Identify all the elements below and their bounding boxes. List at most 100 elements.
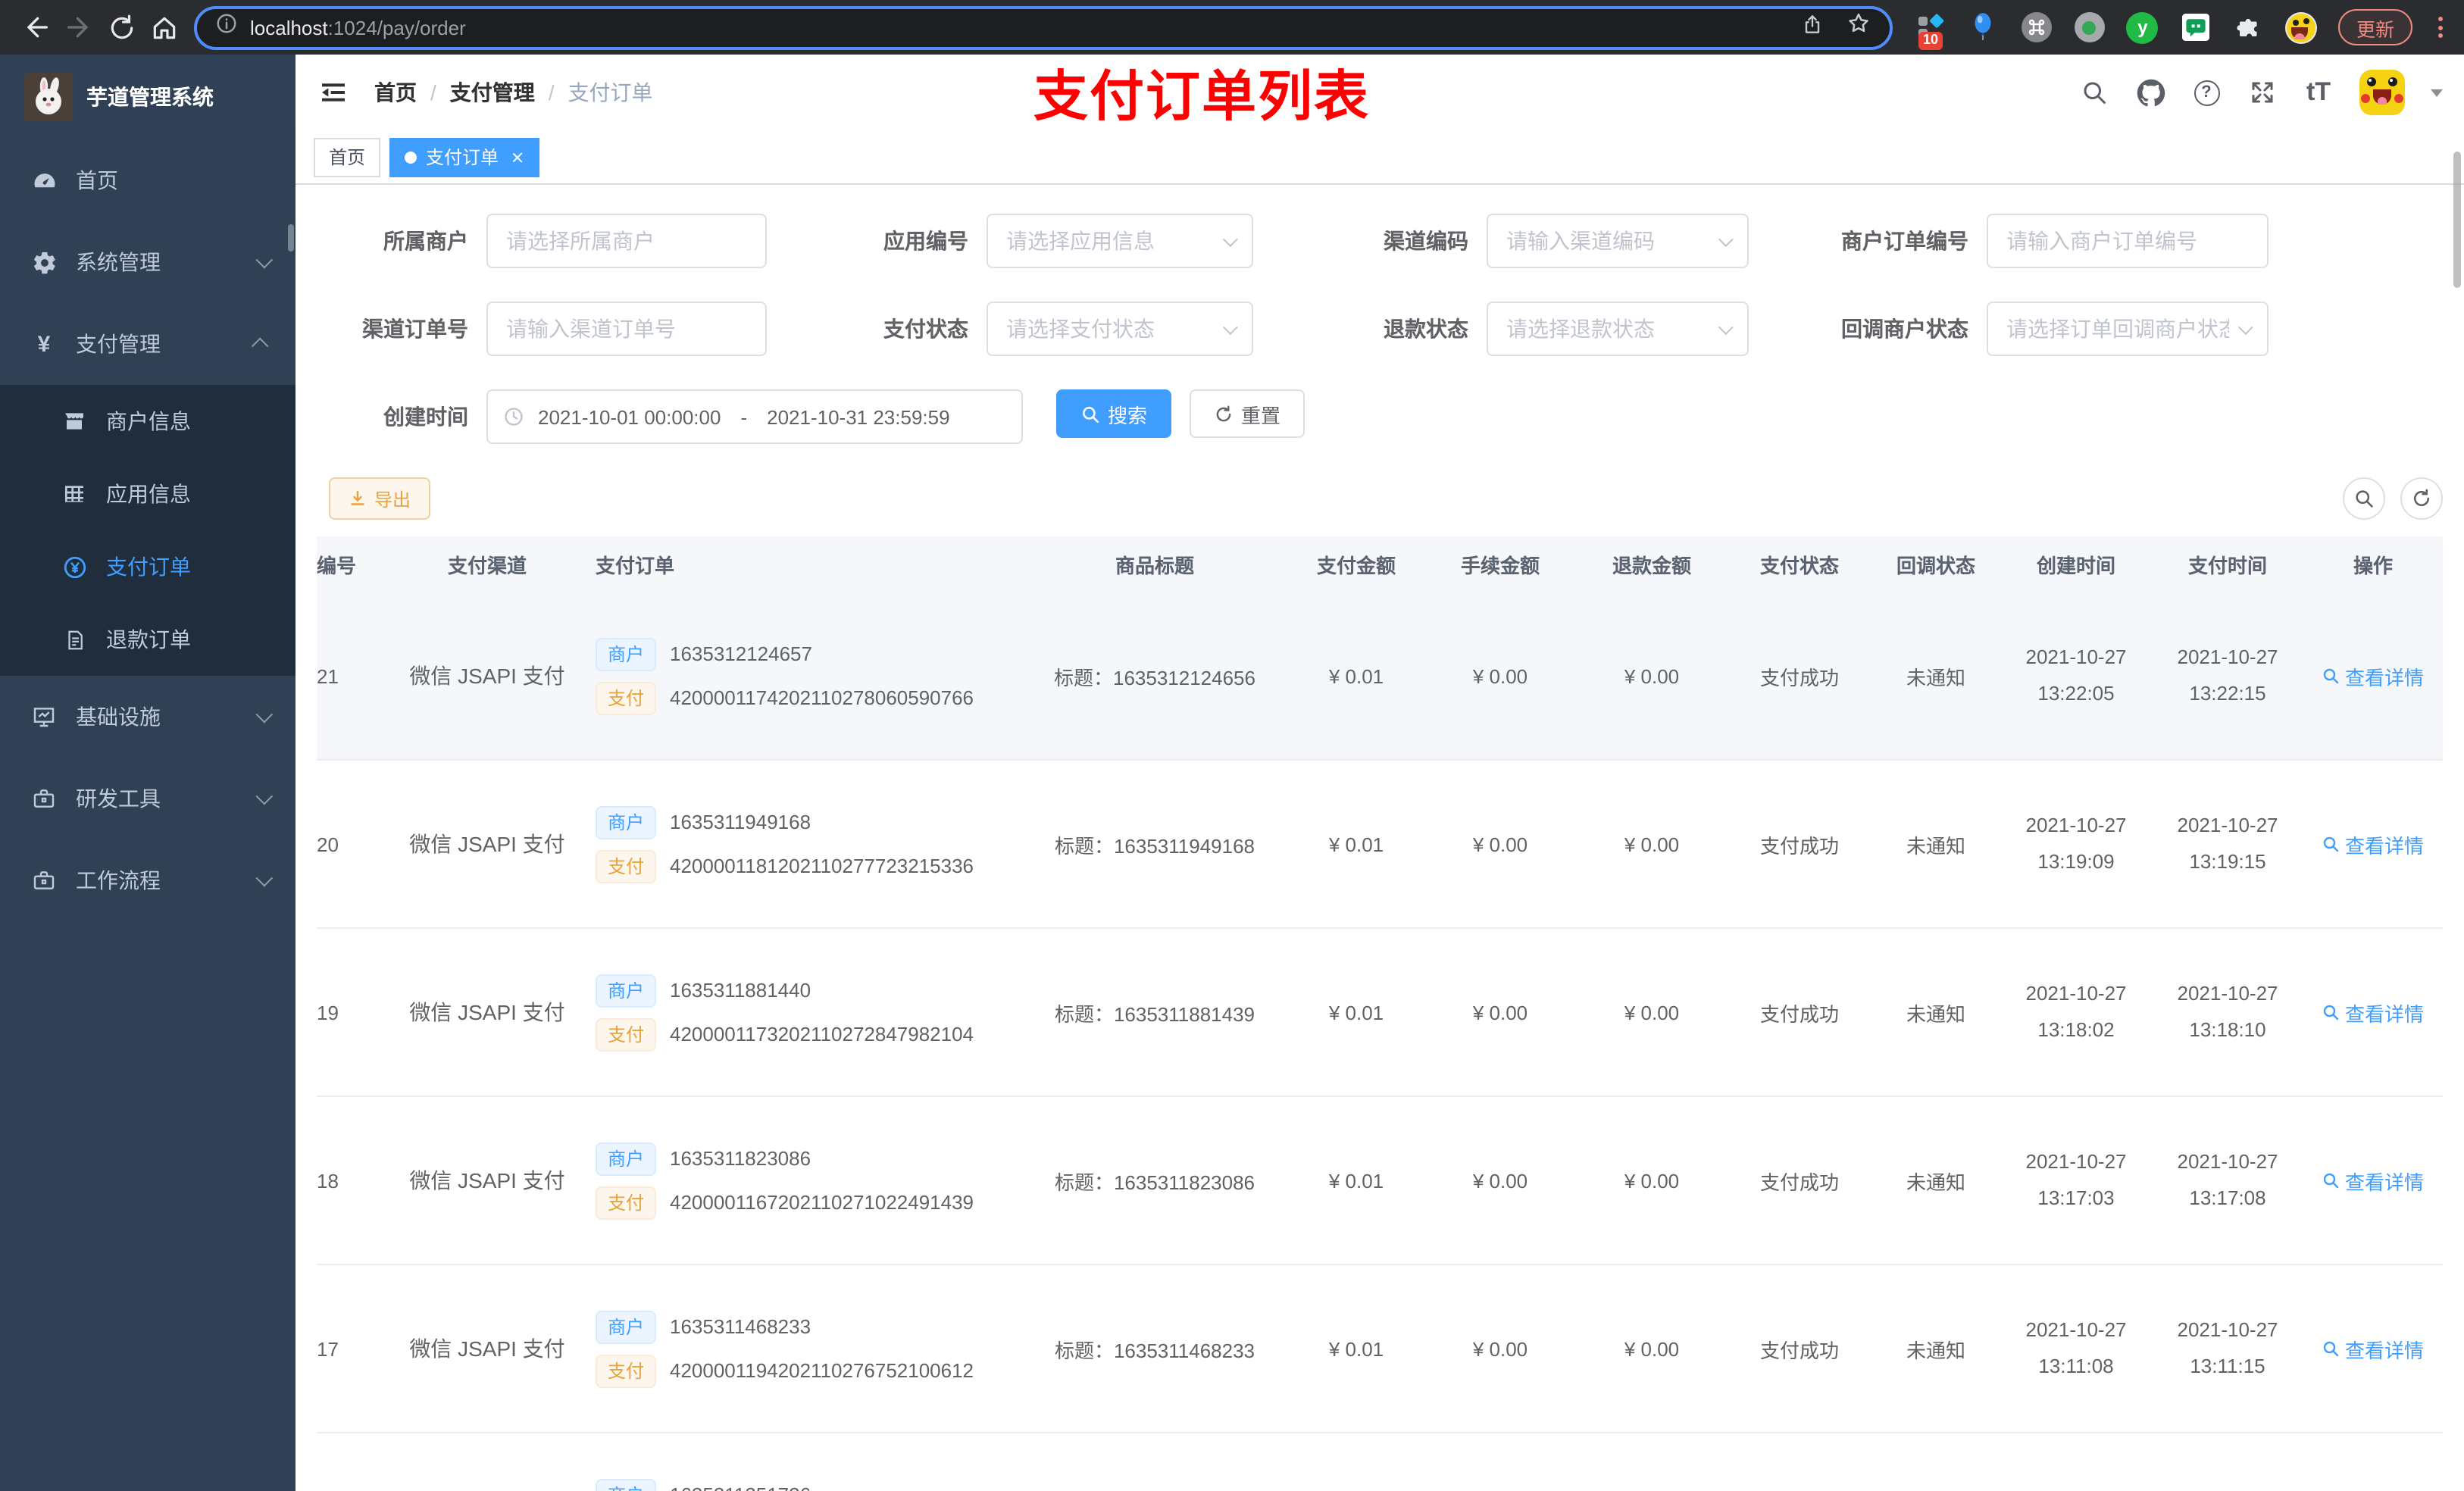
table-row[interactable]: 20 微信 JSAPI 支付 商户 1635311949168 支付 4200001…	[317, 761, 2443, 929]
refresh-table-button[interactable]	[2400, 477, 2443, 520]
download-icon	[351, 490, 364, 505]
user-avatar[interactable]	[2359, 70, 2405, 115]
sidebar-item-label: 工作流程	[76, 868, 161, 892]
pay-status-label: 支付状态	[883, 317, 968, 341]
search-icon	[2324, 836, 2340, 852]
extensions-area: 10 y 更新	[1914, 9, 2449, 50]
chrome-update-button[interactable]: 更新	[2337, 9, 2412, 45]
chevron-down-icon	[255, 705, 274, 724]
address-bar[interactable]: localhost:1024/pay/order	[194, 5, 1893, 49]
ext-tabs-icon[interactable]: 10	[1914, 11, 1947, 50]
app-logo[interactable]: 芋道管理系统	[0, 55, 295, 139]
update-label: 更新	[2356, 19, 2394, 40]
extensions-puzzle-icon[interactable]	[2232, 11, 2265, 44]
merchant-tag: 商户	[596, 1142, 656, 1175]
merchant-order-no-label: 商户订单编号	[1841, 229, 1968, 253]
back-icon[interactable]	[15, 6, 58, 48]
avatar-caret-icon[interactable]	[2431, 89, 2443, 96]
sidebar-item-system[interactable]: 系统管理	[0, 221, 295, 303]
chevron-down-icon	[255, 787, 274, 805]
view-details-link[interactable]: 查看详情	[2322, 1334, 2424, 1363]
yen-circle-icon	[61, 554, 88, 580]
search-icon	[2324, 1341, 2340, 1357]
reset-button[interactable]: 重置	[1190, 389, 1305, 438]
sidebar-item-infra[interactable]: 基础设施	[0, 676, 295, 758]
sidebar-item-label: 首页	[76, 168, 118, 192]
table-row[interactable]: 商户1635311251726 支付	[317, 1433, 2443, 1491]
sidebar-item-refund-order[interactable]: 退款订单	[0, 603, 295, 676]
table-header: 编号 支付渠道 支付订单 商品标题 支付金额 手续金额 退款金额 支付状态 回调…	[317, 536, 2443, 592]
browser-menu-icon[interactable]	[2432, 17, 2449, 38]
ext-chat-icon[interactable]	[2179, 11, 2212, 44]
pay-status-select[interactable]: 请选择支付状态	[987, 302, 1253, 356]
export-button[interactable]: 导出	[329, 477, 431, 520]
home-icon[interactable]	[142, 6, 185, 48]
tab-home[interactable]: 首页	[314, 137, 381, 177]
show-search-toggle-button[interactable]	[2343, 477, 2385, 520]
refresh-icon	[2414, 489, 2430, 507]
sidebar-item-label: 研发工具	[76, 786, 161, 811]
breadcrumb-pay[interactable]: 支付管理	[450, 77, 535, 108]
table-row[interactable]: 21 微信 JSAPI 支付 商户 1635312124657 支付 4200001…	[317, 592, 2443, 761]
close-icon[interactable]	[509, 149, 524, 164]
app-label: 应用编号	[883, 229, 968, 253]
channel-order-no-label: 渠道订单号	[362, 317, 468, 341]
sidebar-item-devtools[interactable]: 研发工具	[0, 758, 295, 839]
view-details-link[interactable]: 查看详情	[2322, 830, 2424, 858]
page-scrollbar[interactable]	[2453, 152, 2461, 288]
sidebar-item-pay-order[interactable]: 支付订单	[0, 530, 295, 603]
sidebar-item-workflow[interactable]: 工作流程	[0, 839, 295, 921]
site-info-icon[interactable]	[215, 12, 238, 42]
tab-pay-order[interactable]: 支付订单	[389, 137, 540, 177]
ext-y-icon[interactable]: y	[2126, 11, 2159, 44]
active-dot	[405, 151, 417, 163]
search-icon	[2356, 490, 2373, 508]
breadcrumb-home[interactable]: 首页	[374, 77, 417, 108]
chevron-down-icon	[1222, 231, 1238, 247]
bookmark-star-icon[interactable]	[1846, 11, 1871, 44]
briefcase-icon	[30, 868, 58, 892]
reload-icon[interactable]	[100, 6, 142, 48]
merchant-order-no-input[interactable]	[1987, 214, 2269, 268]
sidebar-item-home[interactable]: 首页	[0, 139, 295, 221]
search-icon[interactable]	[2079, 77, 2109, 108]
browser-toolbar: localhost:1024/pay/order 10 y 更新	[0, 0, 2464, 55]
fullscreen-icon[interactable]	[2247, 77, 2278, 108]
merchant-input[interactable]	[486, 214, 767, 268]
ext-record-icon[interactable]	[2073, 11, 2106, 44]
table-row[interactable]: 19 微信 JSAPI 支付 商户 1635311881440 支付 4200001…	[317, 929, 2443, 1097]
ext-command-icon[interactable]	[2020, 11, 2053, 44]
ext-balloon-icon[interactable]	[1967, 11, 2000, 44]
page-title: 支付订单列表	[1033, 65, 1371, 127]
collapse-sidebar-icon[interactable]	[314, 73, 353, 112]
table-row[interactable]: 18 微信 JSAPI 支付 商户 1635311823086 支付 4200001…	[317, 1097, 2443, 1265]
sidebar-item-app-info[interactable]: 应用信息	[0, 458, 295, 530]
view-details-link[interactable]: 查看详情	[2322, 661, 2424, 690]
pay-tag: 支付	[596, 849, 656, 883]
github-icon[interactable]	[2135, 77, 2165, 108]
callback-status-select[interactable]: 请选择订单回调商户状态	[1987, 302, 2269, 356]
create-time-range-input[interactable]: 2021-10-01 00:00:00 - 2021-10-31 23:59:5…	[486, 389, 1023, 444]
view-details-link[interactable]: 查看详情	[2322, 998, 2424, 1027]
pay-submenu: 商户信息 应用信息 支付订单 退款订单	[0, 385, 295, 676]
view-details-link[interactable]: 查看详情	[2322, 1166, 2424, 1195]
search-icon	[2324, 1173, 2340, 1189]
channel-code-select[interactable]: 请输入渠道编码	[1487, 214, 1749, 268]
font-size-icon[interactable]: tT	[2303, 77, 2334, 108]
breadcrumb-separator: /	[430, 80, 436, 105]
sidebar-item-pay[interactable]: ¥ 支付管理	[0, 303, 295, 385]
help-icon[interactable]: ?	[2191, 77, 2222, 108]
merchant-label: 所属商户	[383, 229, 468, 253]
table-row[interactable]: 17 微信 JSAPI 支付 商户 1635311468233 支付 4200001…	[317, 1265, 2443, 1433]
forward-icon[interactable]	[58, 6, 100, 48]
search-button[interactable]: 搜索	[1056, 389, 1172, 438]
refund-status-select[interactable]: 请选择退款状态	[1487, 302, 1749, 356]
sidebar-item-merchant-info[interactable]: 商户信息	[0, 385, 295, 458]
search-icon	[1083, 406, 1099, 423]
channel-order-no-input[interactable]	[486, 302, 767, 356]
shop-icon	[61, 409, 88, 433]
share-icon[interactable]	[1800, 11, 1825, 43]
sidebar-scrollbar[interactable]	[288, 224, 294, 252]
profile-avatar-icon[interactable]	[2285, 11, 2319, 44]
app-select[interactable]: 请选择应用信息	[987, 214, 1253, 268]
